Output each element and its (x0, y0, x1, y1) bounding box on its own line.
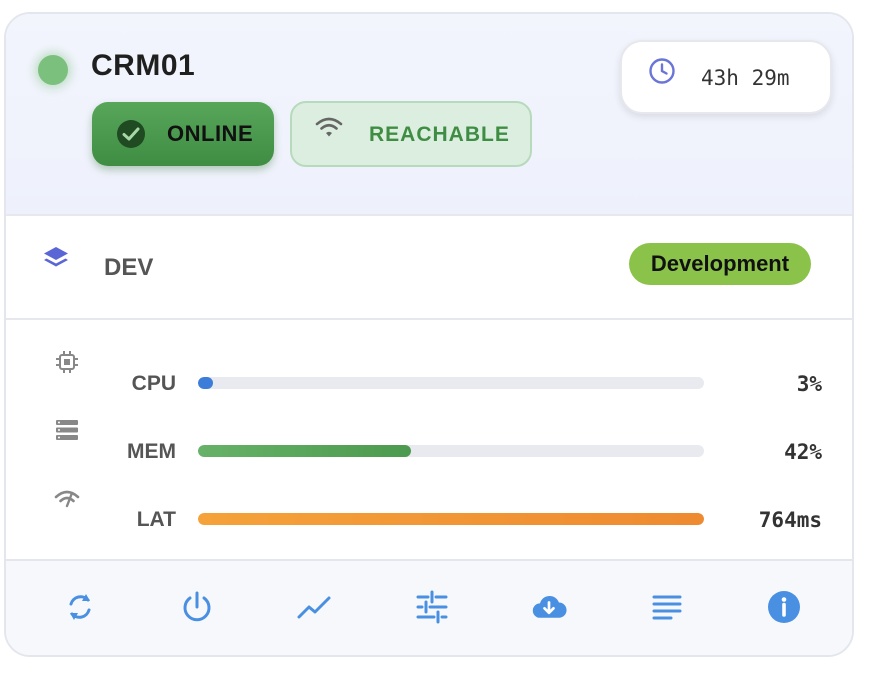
clock-icon (649, 58, 675, 84)
status-indicator (38, 55, 68, 85)
metric-bar-fill (198, 513, 704, 525)
metric-memory: MEM 42% (6, 410, 852, 470)
info-icon[interactable] (766, 589, 802, 625)
cloud-download-icon[interactable] (531, 589, 567, 625)
metric-value: 42% (784, 440, 822, 464)
latency-icon (54, 490, 80, 508)
uptime-badge: 43h 29m (620, 40, 832, 114)
settings-sliders-icon[interactable] (414, 589, 450, 625)
metric-value: 3% (796, 372, 822, 396)
metric-bar-fill (198, 445, 411, 457)
metric-value: 764ms (758, 508, 822, 532)
metric-track (198, 445, 704, 457)
metric-track (198, 377, 704, 389)
environment-name: DEV (104, 254, 154, 281)
metric-cpu: CPU 3% (6, 342, 852, 402)
uptime-value: 43h 29m (701, 66, 790, 90)
chart-icon[interactable] (296, 589, 332, 625)
reachable-status-pill: REACHABLE (290, 101, 532, 167)
metric-label: CPU (131, 372, 176, 395)
environment-row: DEV Development (6, 216, 852, 320)
host-name: CRM01 (91, 49, 196, 82)
layers-icon (44, 247, 68, 267)
online-status-pill: ONLINE (92, 102, 274, 166)
server-card: CRM01 ONLINE REACHABLE 43h 29m DEV Devel… (4, 12, 854, 657)
reachable-status-label: REACHABLE (369, 123, 510, 146)
environment-badge: Development (629, 243, 811, 285)
metric-bar-fill (198, 377, 214, 389)
metric-label: MEM (127, 440, 176, 463)
wifi-icon (315, 117, 343, 137)
action-toolbar (6, 559, 852, 655)
cpu-icon (56, 351, 78, 373)
check-circle-icon (117, 120, 145, 148)
refresh-icon[interactable] (62, 589, 98, 625)
metric-track (198, 513, 704, 525)
online-status-label: ONLINE (167, 121, 254, 146)
metric-label: LAT (136, 508, 176, 531)
card-header: CRM01 ONLINE REACHABLE 43h 29m (6, 14, 852, 216)
logs-icon[interactable] (649, 589, 685, 625)
power-icon[interactable] (179, 589, 215, 625)
memory-icon (56, 420, 78, 440)
metric-latency: LAT 764ms (6, 478, 852, 538)
